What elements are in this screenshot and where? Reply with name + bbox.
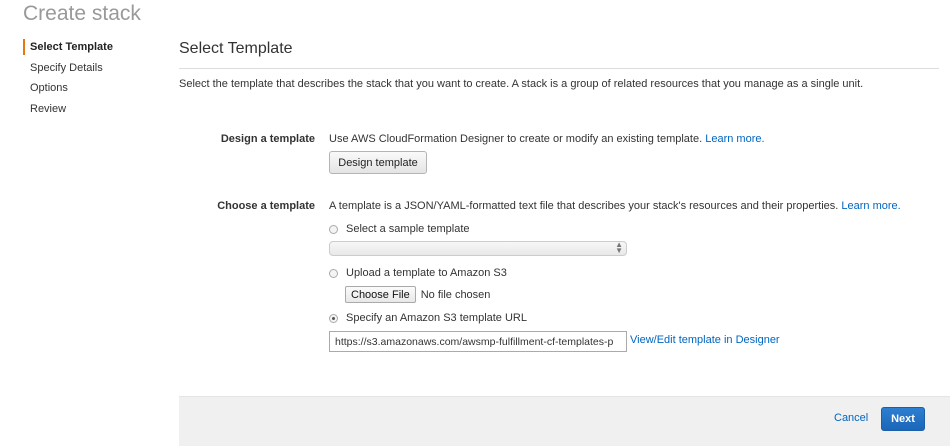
cancel-link[interactable]: Cancel <box>834 412 868 424</box>
choose-template-description: A template is a JSON/YAML-formatted text… <box>329 200 901 212</box>
view-edit-designer-link[interactable]: View/Edit template in Designer <box>630 334 780 346</box>
wizard-step-select-template[interactable]: Select Template <box>23 39 113 60</box>
file-status: No file chosen <box>420 288 491 301</box>
s3-url-input[interactable] <box>329 331 627 352</box>
section-divider <box>179 68 939 69</box>
file-chooser: Choose File No file chosen <box>345 286 490 303</box>
choose-template-label: Choose a template <box>217 200 315 212</box>
sample-template-label: Select a sample template <box>346 223 470 235</box>
choose-description-text: A template is a JSON/YAML-formatted text… <box>329 200 839 212</box>
design-learn-more-link[interactable]: Learn more. <box>705 133 764 145</box>
design-description-text: Use AWS CloudFormation Designer to creat… <box>329 133 703 145</box>
upload-template-option[interactable]: Upload a template to Amazon S3 <box>329 267 507 279</box>
wizard-nav: Select Template Specify Details Options … <box>23 39 113 121</box>
upload-template-label: Upload a template to Amazon S3 <box>346 267 507 279</box>
s3-url-radio[interactable] <box>329 313 338 323</box>
choose-learn-more-link[interactable]: Learn more. <box>841 200 900 212</box>
sample-template-select[interactable]: ▲ ▼ <box>329 241 627 256</box>
section-intro: Select the template that describes the s… <box>179 78 864 90</box>
sample-template-radio[interactable] <box>329 224 338 234</box>
design-template-description: Use AWS CloudFormation Designer to creat… <box>329 133 765 145</box>
select-arrows-icon: ▲ ▼ <box>615 240 623 255</box>
design-template-label: Design a template <box>220 133 315 145</box>
sample-template-option[interactable]: Select a sample template <box>329 223 470 235</box>
wizard-step-options[interactable]: Options <box>23 80 113 101</box>
choose-file-button[interactable]: Choose File <box>345 286 416 303</box>
s3-url-option[interactable]: Specify an Amazon S3 template URL <box>329 312 527 324</box>
page-title: Create stack <box>23 2 141 25</box>
section-title: Select Template <box>179 40 293 57</box>
wizard-step-specify-details[interactable]: Specify Details <box>23 60 113 81</box>
next-button[interactable]: Next <box>881 407 925 431</box>
upload-template-radio[interactable] <box>329 268 338 278</box>
wizard-step-review[interactable]: Review <box>23 101 113 122</box>
s3-url-label: Specify an Amazon S3 template URL <box>346 312 527 324</box>
design-template-button[interactable]: Design template <box>329 151 427 174</box>
